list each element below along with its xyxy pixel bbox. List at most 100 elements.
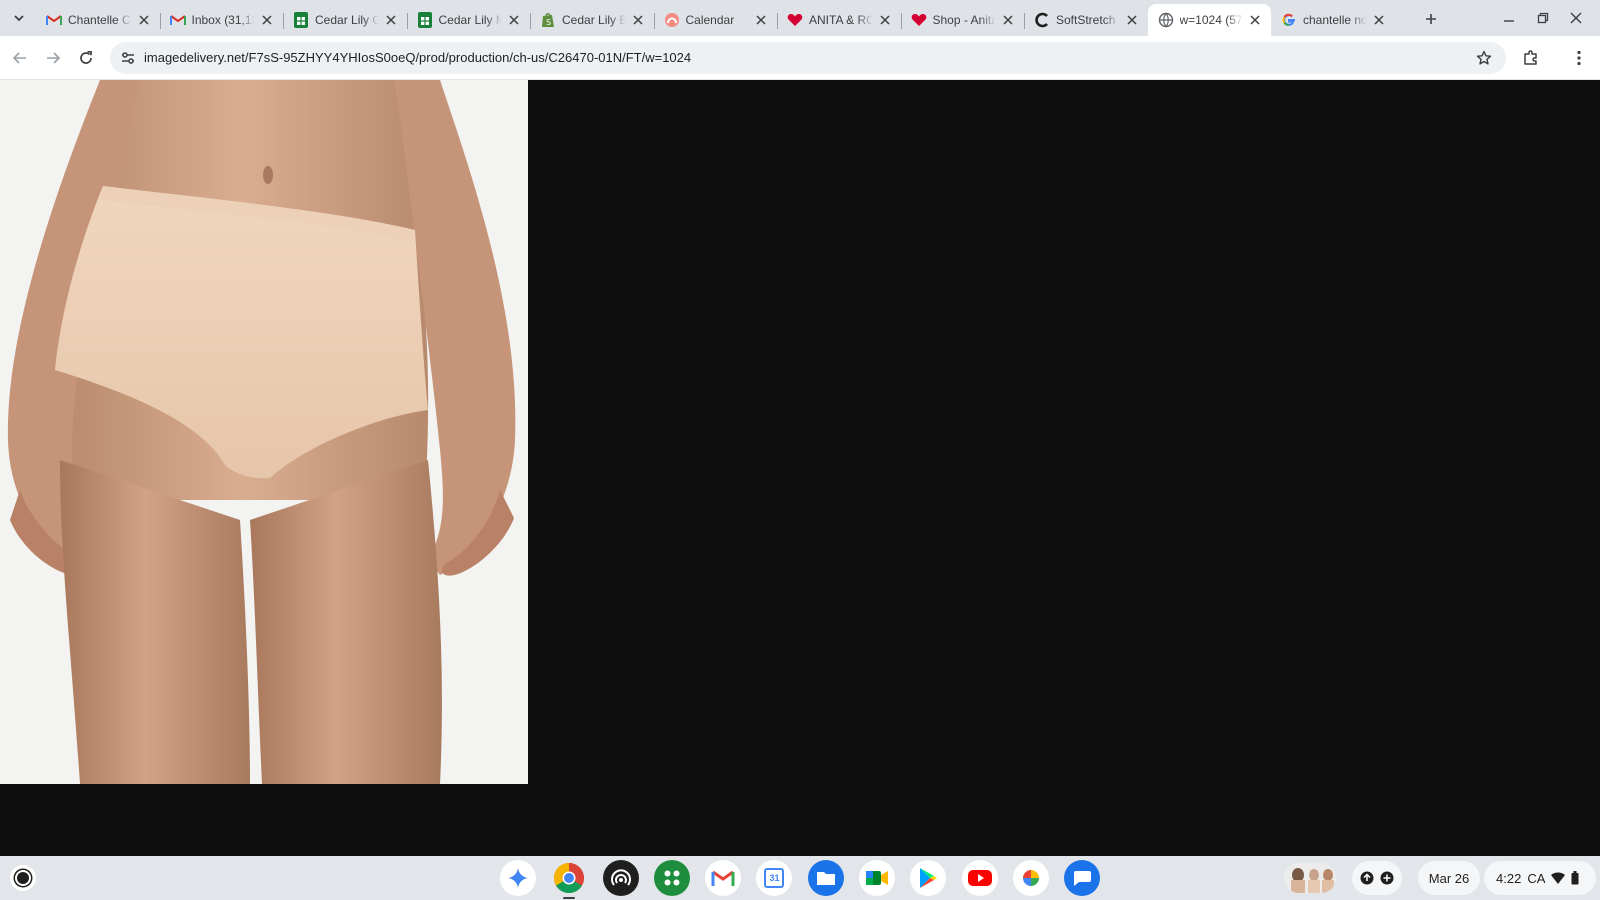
- tab-title: Cedar Lily M: [438, 13, 503, 27]
- puzzle-icon: [1524, 50, 1537, 65]
- address-bar[interactable]: imagedelivery.net/F7sS-95ZHYY4YHIosS0oeQ…: [110, 42, 1506, 74]
- tab-title: ANITA & RO: [809, 13, 873, 27]
- tab-chantelle-gmail[interactable]: Chantelle Ca: [36, 4, 160, 36]
- locale-text: CA: [1527, 870, 1546, 886]
- tab-google-search[interactable]: chantelle no: [1271, 4, 1395, 36]
- new-tab-button[interactable]: [1420, 8, 1442, 30]
- messages-app-button[interactable]: [1064, 860, 1101, 896]
- c-logo-icon: [1034, 12, 1050, 28]
- tab-cedar-lily-shopify[interactable]: S Cedar Lily B: [530, 4, 654, 36]
- sheets-icon: [293, 12, 309, 28]
- gmail-app-button[interactable]: [705, 860, 742, 896]
- arrow-left-icon: [12, 52, 26, 64]
- meet-icon: [866, 871, 889, 885]
- tab-title: Cedar Lily B: [562, 13, 626, 27]
- google-icon: [1281, 12, 1297, 28]
- globe-icon: [1158, 12, 1174, 28]
- calendar-icon: 31: [764, 868, 785, 888]
- tab-anita-rosa[interactable]: ANITA & RO: [777, 4, 901, 36]
- podcast-app-button[interactable]: [602, 860, 639, 896]
- reload-icon: [80, 50, 92, 64]
- tab-shop-anita[interactable]: Shop - Anita: [900, 4, 1025, 36]
- upload-circle-icon: [1360, 871, 1374, 885]
- photos-icon: [1022, 870, 1039, 886]
- tab-cedar-lily-sheets-2[interactable]: Cedar Lily M: [406, 4, 531, 36]
- close-icon[interactable]: [136, 12, 152, 28]
- close-icon[interactable]: [1247, 12, 1263, 28]
- tab-list: Chantelle Ca Inbox (31,13 Cedar Lily O C…: [36, 4, 1395, 36]
- tab-image-active[interactable]: w=1024 (57: [1147, 4, 1271, 36]
- gemini-icon: [508, 868, 528, 888]
- gemini-app-button[interactable]: [500, 860, 536, 896]
- os-shelf: 31 Mar 26 4:22 CA: [0, 856, 1600, 900]
- meet-app-button[interactable]: [859, 860, 896, 896]
- menu-button[interactable]: [1565, 44, 1593, 72]
- back-button[interactable]: [6, 44, 34, 72]
- tune-icon: [122, 52, 134, 64]
- play-store-app-button[interactable]: [910, 860, 947, 896]
- arrow-right-icon: [47, 52, 61, 64]
- close-icon[interactable]: [506, 12, 522, 28]
- close-icon[interactable]: [877, 12, 893, 28]
- tab-title: Chantelle Ca: [68, 13, 132, 27]
- chrome-app-button[interactable]: [551, 860, 587, 899]
- add-circle-icon: [1380, 871, 1394, 885]
- holding-space-thumbnail[interactable]: [1284, 863, 1336, 893]
- chevron-down-icon: [14, 15, 24, 22]
- messages-icon: [1074, 871, 1092, 886]
- tab-title: w=1024 (57: [1179, 13, 1243, 27]
- browser-toolbar: imagedelivery.net/F7sS-95ZHYY4YHIosS0oeQ…: [0, 36, 1600, 80]
- tab-cedar-lily-sheets-1[interactable]: Cedar Lily O: [283, 4, 407, 36]
- reload-button[interactable]: [72, 44, 100, 72]
- gmail-icon: [169, 12, 186, 28]
- launcher-button[interactable]: [10, 865, 36, 891]
- restore-button[interactable]: [1531, 6, 1555, 30]
- wifi-icon: [1551, 872, 1566, 884]
- tab-search-button[interactable]: [8, 7, 30, 29]
- battery-icon: [1571, 871, 1579, 885]
- minimize-button[interactable]: [1497, 6, 1521, 30]
- svg-text:S: S: [546, 18, 551, 27]
- close-icon[interactable]: [753, 12, 769, 28]
- product-photo[interactable]: [0, 80, 528, 784]
- date-tray-button[interactable]: Mar 26: [1418, 861, 1480, 895]
- photos-app-button[interactable]: [1012, 860, 1049, 896]
- star-icon: [1476, 50, 1492, 65]
- close-icon[interactable]: [259, 12, 275, 28]
- tray-quick-actions[interactable]: [1352, 861, 1402, 895]
- page-viewport: [0, 80, 1600, 856]
- calendar-app-button[interactable]: 31: [756, 860, 793, 896]
- shopify-icon: S: [540, 12, 556, 28]
- time-text: 4:22: [1496, 870, 1522, 886]
- app-grid-button[interactable]: [653, 860, 690, 896]
- extensions-button[interactable]: [1517, 44, 1545, 72]
- close-icon[interactable]: [1000, 12, 1016, 28]
- url-text[interactable]: imagedelivery.net/F7sS-95ZHYY4YHIosS0oeQ…: [144, 50, 691, 65]
- site-info-button[interactable]: [116, 46, 140, 70]
- sheets-icon: [417, 12, 433, 28]
- close-icon: [1570, 12, 1582, 24]
- heart-icon: [787, 12, 803, 28]
- restore-icon: [1537, 12, 1549, 24]
- files-app-button[interactable]: [807, 860, 844, 896]
- play-store-icon: [920, 868, 938, 888]
- tab-calendar[interactable]: Calendar: [653, 4, 778, 36]
- chrome-icon: [554, 863, 585, 894]
- close-icon[interactable]: [1371, 12, 1387, 28]
- tab-softstretch[interactable]: SoftStretch: [1024, 4, 1148, 36]
- close-window-button[interactable]: [1564, 6, 1588, 30]
- tab-strip: Chantelle Ca Inbox (31,13 Cedar Lily O C…: [0, 0, 1600, 36]
- gmail-icon: [711, 870, 735, 886]
- tab-inbox-gmail[interactable]: Inbox (31,13: [159, 4, 284, 36]
- close-icon[interactable]: [383, 12, 399, 28]
- close-icon[interactable]: [630, 12, 646, 28]
- date-text: Mar 26: [1428, 870, 1470, 886]
- youtube-icon: [967, 870, 992, 886]
- forward-button[interactable]: [39, 44, 67, 72]
- close-icon[interactable]: [1124, 12, 1140, 28]
- status-area-button[interactable]: 4:22 CA: [1484, 861, 1596, 895]
- files-icon: [816, 872, 835, 885]
- tab-title: Shop - Anita: [932, 13, 997, 27]
- bookmark-button[interactable]: [1472, 46, 1496, 70]
- youtube-app-button[interactable]: [961, 860, 998, 896]
